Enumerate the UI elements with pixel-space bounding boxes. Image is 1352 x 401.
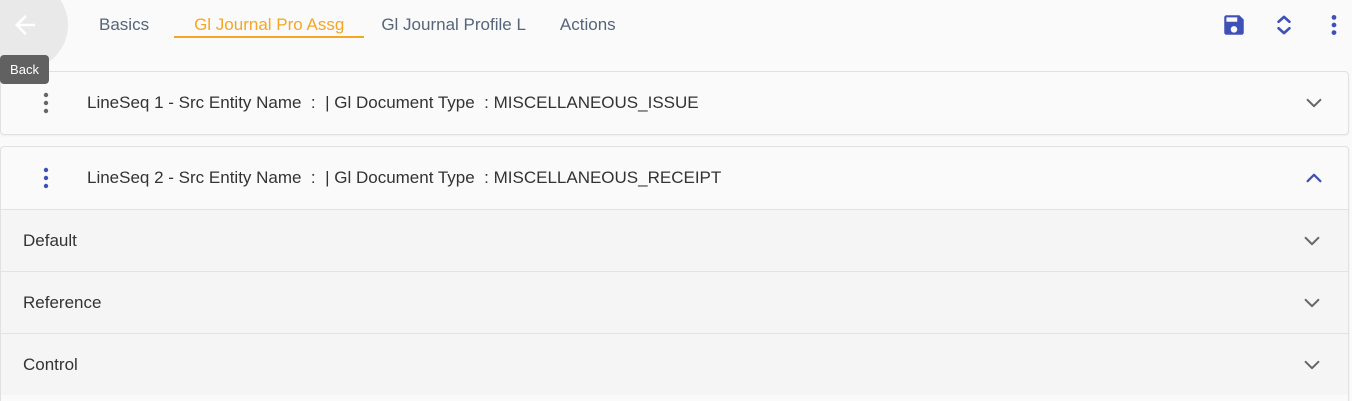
back-tooltip: Back xyxy=(0,55,49,84)
line-panel-header[interactable]: LineSeq 1 - Src Entity Name : | Gl Docum… xyxy=(1,72,1348,134)
tab-actions[interactable]: Actions xyxy=(543,0,633,38)
more-vert-icon[interactable] xyxy=(1321,12,1347,38)
line-panel-header[interactable]: LineSeq 2 - Src Entity Name : | Gl Docum… xyxy=(1,147,1348,209)
tab-bar: Basics Gl Journal Pro Assg Gl Journal Pr… xyxy=(82,0,633,40)
line-panel-1: LineSeq 1 - Src Entity Name : | Gl Docum… xyxy=(0,71,1349,135)
chevron-down-icon[interactable] xyxy=(1301,354,1323,376)
tab-gl-journal-pro-assg[interactable]: Gl Journal Pro Assg xyxy=(174,0,365,38)
chevron-down-icon[interactable] xyxy=(1301,230,1323,252)
chevron-down-icon[interactable] xyxy=(1301,292,1323,314)
line-title: LineSeq 1 - Src Entity Name : | Gl Docum… xyxy=(87,93,699,112)
drag-handle-icon[interactable] xyxy=(39,167,53,189)
section-label: Default xyxy=(23,231,77,250)
drag-handle-icon[interactable] xyxy=(39,92,53,114)
chevron-up-icon[interactable] xyxy=(1303,167,1325,189)
line-panel-2: LineSeq 2 - Src Entity Name : | Gl Docum… xyxy=(0,146,1349,401)
tab-basics[interactable]: Basics xyxy=(82,0,166,38)
top-bar: Back Basics Gl Journal Pro Assg Gl Journ… xyxy=(0,0,1352,84)
chevron-down-icon[interactable] xyxy=(1303,92,1325,114)
section-default[interactable]: Default xyxy=(1,209,1348,271)
section-label: Reference xyxy=(23,293,102,312)
section-label: Control xyxy=(23,355,78,374)
section-control[interactable]: Control xyxy=(1,333,1348,395)
save-icon[interactable] xyxy=(1221,12,1247,38)
section-reference[interactable]: Reference xyxy=(1,271,1348,333)
line-title: LineSeq 2 - Src Entity Name : | Gl Docum… xyxy=(87,168,722,187)
tab-gl-journal-profile-l[interactable]: Gl Journal Profile L xyxy=(364,0,543,38)
arrow-left-icon xyxy=(15,15,35,35)
expand-collapse-icon[interactable] xyxy=(1271,12,1297,38)
